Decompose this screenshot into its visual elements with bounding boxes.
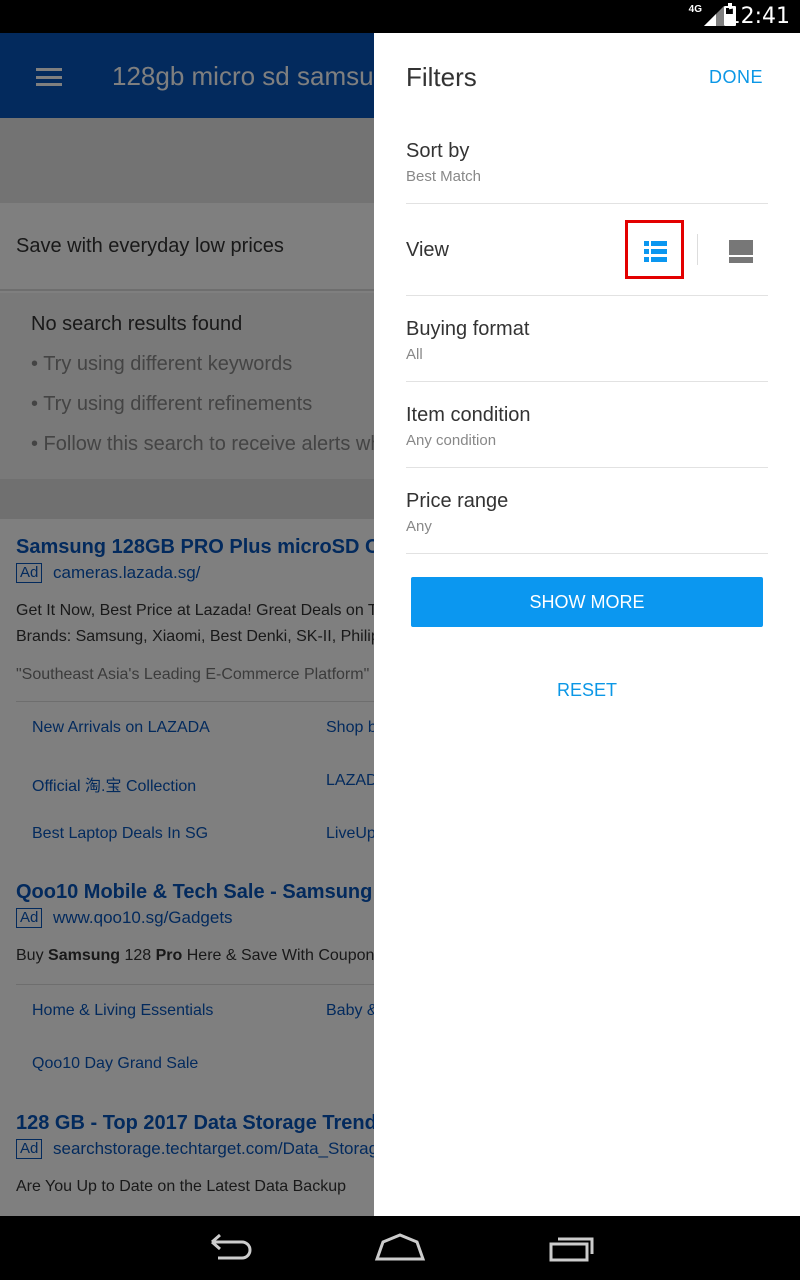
price-range-label: Price range	[406, 490, 509, 512]
item-condition-value: Any condition	[406, 432, 497, 449]
sort-by-value: Best Match	[406, 168, 482, 185]
navigation-bar	[0, 1216, 800, 1280]
list-view-icon	[644, 241, 667, 262]
buying-format-row[interactable]: Buying format All	[406, 296, 768, 382]
buying-format-value: All	[406, 346, 423, 363]
buying-format-label: Buying format	[406, 318, 530, 340]
show-more-button[interactable]: SHOW MORE	[411, 577, 763, 627]
recent-apps-icon[interactable]	[548, 1232, 596, 1264]
signal-icon	[704, 6, 724, 26]
item-condition-row[interactable]: Item condition Any condition	[406, 382, 768, 468]
sort-by-label: Sort by	[406, 140, 470, 162]
status-bar: 4G 12:41	[0, 0, 800, 33]
sort-by-row[interactable]: Sort by Best Match	[406, 137, 768, 204]
list-view-toggle[interactable]	[625, 220, 684, 279]
network-type: 4G	[688, 4, 702, 15]
reset-button[interactable]: RESET	[374, 680, 800, 701]
drawer-scrim[interactable]	[0, 33, 374, 1216]
view-label: View	[406, 239, 449, 261]
price-range-row[interactable]: Price range Any	[406, 468, 768, 554]
drawer-title: Filters	[406, 62, 477, 92]
back-icon[interactable]	[206, 1232, 254, 1264]
home-icon[interactable]	[374, 1232, 426, 1264]
clock: 12:41	[726, 4, 790, 29]
filters-drawer: Filters DONE Sort by Best Match View Buy…	[374, 33, 800, 1216]
gallery-view-icon[interactable]	[726, 236, 756, 266]
price-range-value: Any	[406, 518, 432, 535]
item-condition-label: Item condition	[406, 404, 531, 426]
view-separator	[697, 234, 698, 265]
view-row: View	[406, 203, 768, 296]
done-button[interactable]: DONE	[709, 67, 763, 88]
